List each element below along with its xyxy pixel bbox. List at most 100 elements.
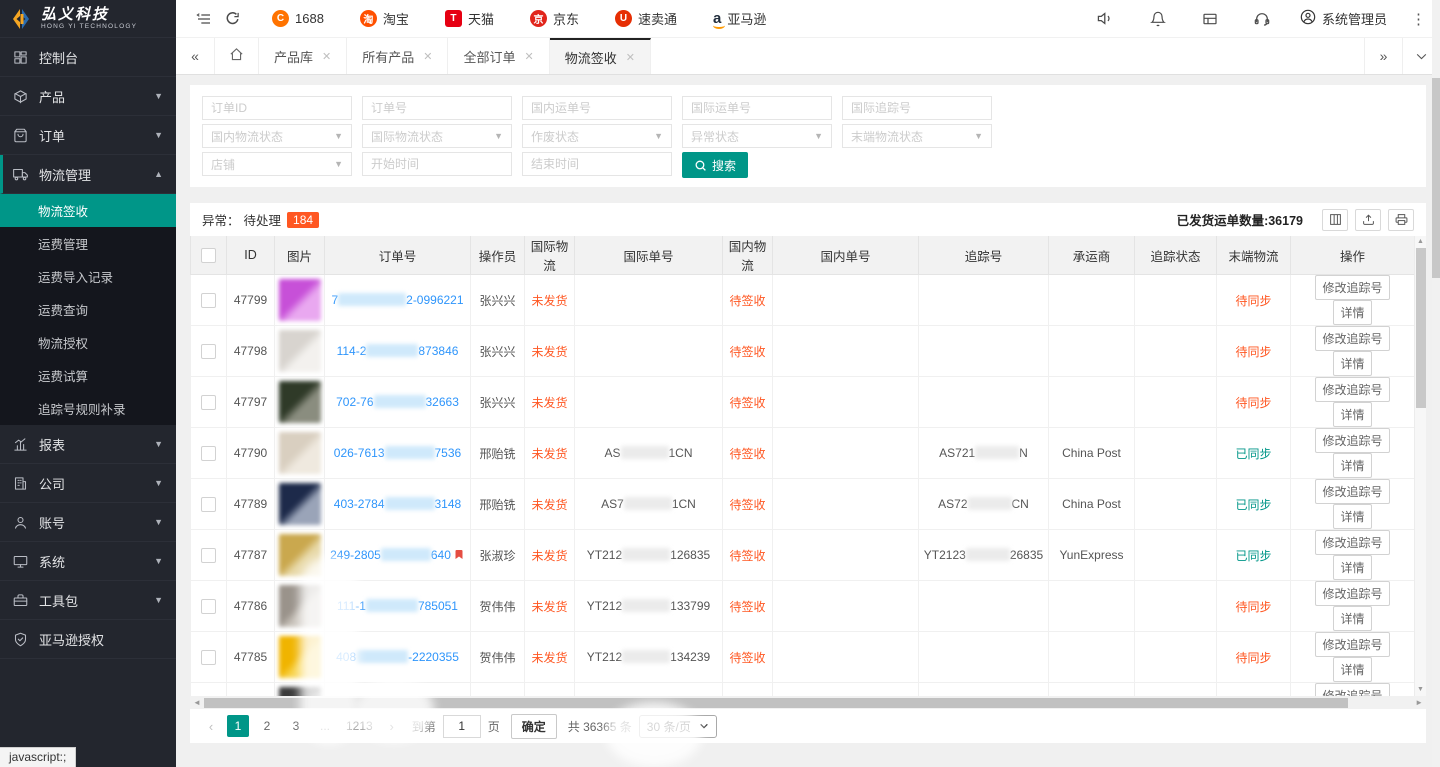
detail-button[interactable]: 详情 [1333, 606, 1371, 631]
confirm-page-button[interactable]: 确定 [511, 714, 557, 739]
detail-button[interactable]: 详情 [1333, 657, 1371, 682]
collapse-sidebar-icon[interactable] [190, 5, 218, 33]
edit-tracking-button[interactable]: 修改追踪号 [1315, 275, 1389, 300]
sidebar-item-toolbox[interactable]: 工具包▼ [0, 581, 176, 620]
sidebar-subitem-logistics-auth[interactable]: 物流授权 [0, 326, 176, 359]
sidebar-subitem-freight-manage[interactable]: 运费管理 [0, 227, 176, 260]
detail-button[interactable]: 详情 [1333, 402, 1371, 427]
domestic-waybill-no-input[interactable] [522, 96, 672, 120]
platform-link-amazon[interactable]: a亚马逊 [713, 9, 766, 28]
row-checkbox[interactable] [201, 548, 216, 563]
detail-button[interactable]: 详情 [1333, 555, 1371, 580]
sidebar-item-console[interactable]: 控制台 [0, 38, 176, 77]
sidebar-item-order[interactable]: 订单▼ [0, 116, 176, 155]
domestic-logistics-status-select[interactable]: 国内物流状态▼ [202, 124, 352, 148]
search-button[interactable]: 搜索 [682, 152, 748, 178]
customer-service-icon[interactable] [1248, 5, 1276, 33]
row-checkbox[interactable] [201, 446, 216, 461]
platform-link-aliexpress[interactable]: U速卖通 [615, 9, 677, 28]
order-no-input[interactable] [362, 96, 512, 120]
sidebar-item-system[interactable]: 系统▼ [0, 542, 176, 581]
close-icon[interactable]: ✕ [626, 51, 635, 64]
goto-page-input[interactable] [443, 715, 481, 738]
sidebar-item-logistics[interactable]: 物流管理▲ [0, 155, 176, 194]
edit-tracking-button[interactable]: 修改追踪号 [1315, 683, 1389, 696]
sidebar-subitem-freight-query[interactable]: 运费查询 [0, 293, 176, 326]
sidebar-subitem-freight-trial[interactable]: 运费试算 [0, 359, 176, 392]
edit-tracking-button[interactable]: 修改追踪号 [1315, 530, 1389, 555]
product-image[interactable] [279, 279, 321, 321]
edit-tracking-button[interactable]: 修改追踪号 [1315, 326, 1389, 351]
page-button-3[interactable]: 3 [285, 715, 307, 737]
notification-bell-icon[interactable] [1144, 5, 1172, 33]
pending-count-badge[interactable]: 184 [287, 212, 319, 228]
sidebar-subitem-tracking-rule-supplement[interactable]: 追踪号规则补录 [0, 392, 176, 425]
row-checkbox[interactable] [201, 650, 216, 665]
row-checkbox[interactable] [201, 395, 216, 410]
user-menu[interactable]: 系统管理员 [1300, 9, 1387, 28]
row-checkbox[interactable] [201, 344, 216, 359]
window-scroll-thumb[interactable] [1432, 78, 1440, 278]
product-image[interactable] [279, 636, 321, 678]
order-id-input[interactable] [202, 96, 352, 120]
edit-tracking-button[interactable]: 修改追踪号 [1315, 581, 1389, 606]
pending-label[interactable]: 待处理 [244, 210, 282, 229]
intl-tracking-no-input[interactable] [842, 96, 992, 120]
detail-button[interactable]: 详情 [1333, 504, 1371, 529]
print-icon[interactable] [1388, 209, 1414, 231]
vertical-scroll-thumb[interactable] [1416, 248, 1426, 408]
scroll-right-icon[interactable]: ► [1415, 698, 1423, 707]
close-icon[interactable]: ✕ [524, 50, 533, 63]
columns-setting-icon[interactable] [1322, 209, 1348, 231]
intl-waybill-no-input[interactable] [682, 96, 832, 120]
sidebar-item-company[interactable]: 公司▼ [0, 464, 176, 503]
platform-link-tmall[interactable]: T天猫 [445, 9, 494, 28]
next-page-icon[interactable]: › [383, 719, 401, 734]
window-scrollbar[interactable] [1432, 0, 1440, 767]
tabs-scroll-right-icon[interactable]: » [1364, 38, 1402, 74]
shop-select[interactable]: 店铺▼ [202, 152, 352, 176]
panel-icon[interactable] [1196, 5, 1224, 33]
product-image[interactable] [279, 381, 321, 423]
more-options-icon[interactable]: ⋮ [1411, 10, 1426, 28]
table-vertical-scrollbar[interactable]: ▲ ▼ [1414, 236, 1426, 696]
product-image[interactable] [279, 330, 321, 372]
page-size-select[interactable]: 30 条/页 [639, 715, 717, 738]
edit-tracking-button[interactable]: 修改追踪号 [1315, 377, 1389, 402]
announcement-icon[interactable] [1092, 5, 1120, 33]
edit-tracking-button[interactable]: 修改追踪号 [1315, 632, 1389, 657]
end-time-input[interactable] [522, 152, 672, 176]
detail-button[interactable]: 详情 [1333, 453, 1371, 478]
platform-link-1688[interactable]: C1688 [272, 9, 324, 28]
product-image[interactable] [279, 483, 321, 525]
tab-all-products[interactable]: 所有产品✕ [347, 38, 448, 74]
table-horizontal-scrollbar[interactable]: ◄ ► [190, 696, 1426, 709]
scroll-left-icon[interactable]: ◄ [193, 698, 201, 707]
detail-button[interactable]: 详情 [1333, 300, 1371, 325]
sidebar-item-product[interactable]: 产品▼ [0, 77, 176, 116]
page-button-2[interactable]: 2 [256, 715, 278, 737]
tab-all-orders[interactable]: 全部订单✕ [448, 38, 549, 74]
sidebar-subitem-logistics-signoff[interactable]: 物流签收 [0, 194, 176, 227]
product-image[interactable] [279, 687, 321, 696]
detail-button[interactable]: 详情 [1333, 351, 1371, 376]
brand-logo[interactable]: 弘义科技 HONG YI TECHNOLOGY [0, 0, 176, 38]
row-checkbox[interactable] [201, 599, 216, 614]
void-status-select[interactable]: 作废状态▼ [522, 124, 672, 148]
row-checkbox[interactable] [201, 293, 216, 308]
intl-logistics-status-select[interactable]: 国际物流状态▼ [362, 124, 512, 148]
edit-tracking-button[interactable]: 修改追踪号 [1315, 479, 1389, 504]
page-button-1[interactable]: 1 [227, 715, 249, 737]
edit-tracking-button[interactable]: 修改追踪号 [1315, 428, 1389, 453]
product-image[interactable] [279, 432, 321, 474]
horizontal-scroll-thumb[interactable] [204, 698, 1348, 708]
sidebar-item-amazon-auth[interactable]: 亚马逊授权 [0, 620, 176, 659]
sidebar-subitem-freight-import-log[interactable]: 运费导入记录 [0, 260, 176, 293]
tabs-scroll-left-icon[interactable]: « [176, 38, 214, 74]
tab-logistics-signoff[interactable]: 物流签收✕ [550, 38, 651, 74]
sidebar-item-account[interactable]: 账号▼ [0, 503, 176, 542]
scroll-up-icon[interactable]: ▲ [1417, 236, 1424, 248]
last-mile-status-select[interactable]: 末端物流状态▼ [842, 124, 992, 148]
close-icon[interactable]: ✕ [423, 50, 432, 63]
platform-link-jd[interactable]: 京京东 [530, 9, 579, 28]
